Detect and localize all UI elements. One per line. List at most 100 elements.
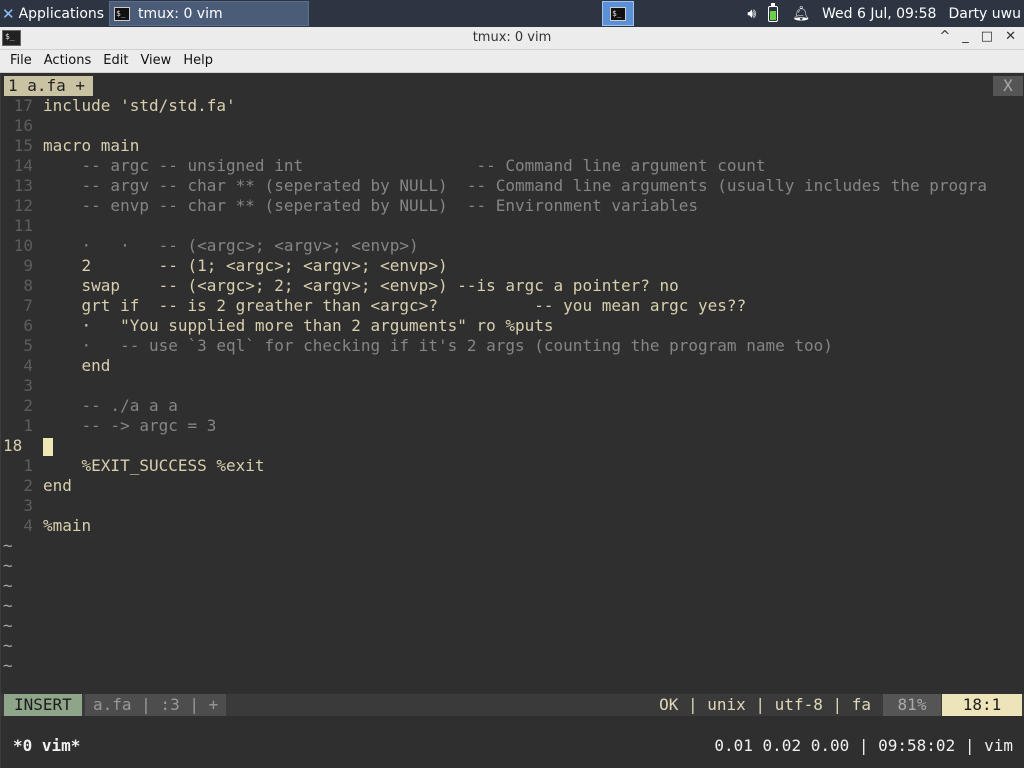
line-text: -- ./a a a — [43, 396, 178, 415]
battery-icon[interactable] — [768, 2, 779, 22]
line-number: 4 — [23, 516, 33, 535]
close-icon[interactable]: ✕ — [1005, 29, 1016, 44]
line-number: 9 — [23, 256, 33, 275]
line-number: 2 — [23, 396, 33, 415]
minimize-icon[interactable]: _ — [962, 29, 969, 44]
window-title: tmux: 0 vim — [472, 30, 552, 45]
line-text: · · -- (<argc>; <argv>; <envp>) — [43, 236, 419, 255]
line-number: 17 — [13, 96, 33, 115]
code-line[interactable]: 1 -- -> argc = 3 — [1, 416, 1024, 436]
xfce-logo-icon: ✕ — [2, 4, 15, 23]
code-line[interactable]: 7 grt if -- is 2 greather than <argc>? -… — [1, 296, 1024, 316]
line-number: 3 — [23, 376, 33, 395]
code-line[interactable]: 14 -- argc -- unsigned int -- Command li… — [1, 156, 1024, 176]
line-text — [43, 436, 53, 456]
line-text: -- -> argc = 3 — [43, 416, 217, 435]
line-text: %EXIT_SUCCESS %exit — [43, 456, 265, 475]
line-number: 18 — [3, 436, 23, 455]
code-line[interactable]: 17 include 'std/std.fa' — [1, 96, 1024, 116]
line-text: -- argv -- char ** (seperated by NULL) -… — [43, 176, 988, 195]
line-number: 5 — [23, 336, 33, 355]
code-line[interactable]: 12 -- envp -- char ** (seperated by NULL… — [1, 196, 1024, 216]
notification-bell-icon[interactable]: 🔔︎ — [792, 6, 810, 22]
menu-actions[interactable]: Actions — [38, 50, 98, 72]
code-line[interactable]: 4 %main — [1, 516, 1024, 536]
tmux-statusbar: *0 vim* 0.01 0.02 0.00 | 09:58:02 | vim — [1, 734, 1024, 758]
system-tray: 🔊︎ 🔔︎ Wed 6 Jul, 09:58 Darty uwu — [747, 0, 1024, 27]
vim-mode: INSERT — [4, 694, 82, 716]
vim-file-info: a.fa | :3 | + — [85, 694, 227, 716]
shade-icon[interactable]: ^ — [939, 29, 950, 44]
line-text: · "You supplied more than 2 arguments" r… — [43, 316, 554, 335]
menubar: File Actions Edit View Help — [0, 50, 1024, 73]
top-panel: ✕ Applications $_ tmux: 0 vim $_ 🔊︎ 🔔︎ W… — [0, 0, 1024, 27]
tmux-status-right: 0.01 0.02 0.00 | 09:58:02 | vim — [714, 736, 1013, 755]
vim-tab-active[interactable]: 1 a.fa + — [4, 76, 94, 96]
taskbar-item-tmux[interactable]: $_ tmux: 0 vim — [109, 1, 309, 26]
line-text: macro main — [43, 136, 140, 155]
code-line[interactable]: 15 macro main — [1, 136, 1024, 156]
vim-percent: 81% — [883, 694, 941, 716]
line-text: -- argc -- unsigned int -- Command line … — [43, 156, 766, 175]
line-number: 3 — [23, 496, 33, 515]
line-text: · -- use `3 eql` for checking if it's 2 … — [43, 336, 833, 355]
code-line[interactable]: 10 · · -- (<argc>; <argv>; <envp>) — [1, 236, 1024, 256]
line-text: include 'std/std.fa' — [43, 96, 236, 115]
menu-view[interactable]: View — [134, 50, 177, 72]
line-number: 15 — [13, 136, 33, 155]
line-number: 12 — [13, 196, 33, 215]
line-text: end — [43, 356, 111, 375]
menu-help[interactable]: Help — [177, 50, 219, 72]
terminal-area[interactable]: 1 a.fa + X 17 include 'std/std.fa' 16 15 mac… — [0, 74, 1024, 768]
code-line[interactable]: 1 %EXIT_SUCCESS %exit — [1, 456, 1024, 476]
vim-tabline: 1 a.fa + X — [1, 76, 1024, 96]
menu-edit[interactable]: Edit — [97, 50, 134, 72]
empty-line-marker: ~ — [3, 576, 13, 595]
empty-line-marker: ~ — [3, 596, 13, 615]
window-titlebar[interactable]: $_ tmux: 0 vim ^ _ □ ✕ — [0, 27, 1024, 50]
code-line[interactable]: 6 · "You supplied more than 2 arguments"… — [1, 316, 1024, 336]
window-controls: ^ _ □ ✕ — [939, 29, 1016, 44]
workspace-button[interactable]: $_ — [602, 1, 634, 26]
line-number: 1 — [23, 456, 33, 475]
code-line[interactable]: 5 · -- use `3 eql` for checking if it's … — [1, 336, 1024, 356]
line-text: %main — [43, 516, 92, 535]
text-cursor — [43, 437, 53, 456]
clock[interactable]: Wed 6 Jul, 09:58 — [822, 6, 936, 22]
line-number: 4 — [23, 356, 33, 375]
line-number: 2 — [23, 476, 33, 495]
empty-line-marker: ~ — [3, 536, 13, 555]
code-line[interactable]: 2 -- ./a a a — [1, 396, 1024, 416]
applications-label: Applications — [18, 5, 105, 22]
code-line[interactable]: 3 — [1, 376, 1024, 396]
code-line[interactable]: 8 swap -- (<argc>; 2; <argv>; <envp>) --… — [1, 276, 1024, 296]
empty-line-marker: ~ — [3, 636, 13, 655]
code-line[interactable]: 11 — [1, 216, 1024, 236]
line-text: end — [43, 476, 72, 495]
line-number: 10 — [13, 236, 33, 255]
code-line[interactable]: 9 2 -- (1; <argc>; <argv>; <envp>) — [1, 256, 1024, 276]
empty-line-marker: ~ — [3, 556, 13, 575]
volume-icon[interactable]: 🔊︎ — [747, 6, 756, 22]
line-number: 13 — [13, 176, 33, 195]
line-number: 8 — [23, 276, 33, 295]
vim-tab-close[interactable]: X — [993, 76, 1023, 96]
line-number: 6 — [23, 316, 33, 335]
code-line[interactable]: 18 — [1, 436, 1024, 456]
code-line[interactable]: 13 -- argv -- char ** (seperated by NULL… — [1, 176, 1024, 196]
line-number: 11 — [13, 216, 33, 235]
vim-statusline: INSERT a.fa | :3 | + OK | unix | utf-8 |… — [1, 694, 1024, 716]
line-text: grt if -- is 2 greather than <argc>? -- … — [43, 296, 747, 315]
tmux-window-list[interactable]: *0 vim* — [13, 734, 80, 758]
code-line[interactable]: 4 end — [1, 356, 1024, 376]
code-line[interactable]: 3 — [1, 496, 1024, 516]
vim-cursor-position: 18:1 — [942, 694, 1022, 716]
maximize-icon[interactable]: □ — [981, 29, 993, 44]
empty-line-marker: ~ — [3, 656, 13, 675]
code-line[interactable]: 16 — [1, 116, 1024, 136]
applications-menu[interactable]: ✕ Applications — [2, 0, 104, 27]
user-menu[interactable]: Darty uwu — [948, 6, 1021, 22]
code-line[interactable]: 2 end — [1, 476, 1024, 496]
line-number: 16 — [13, 116, 33, 135]
menu-file[interactable]: File — [4, 50, 38, 72]
